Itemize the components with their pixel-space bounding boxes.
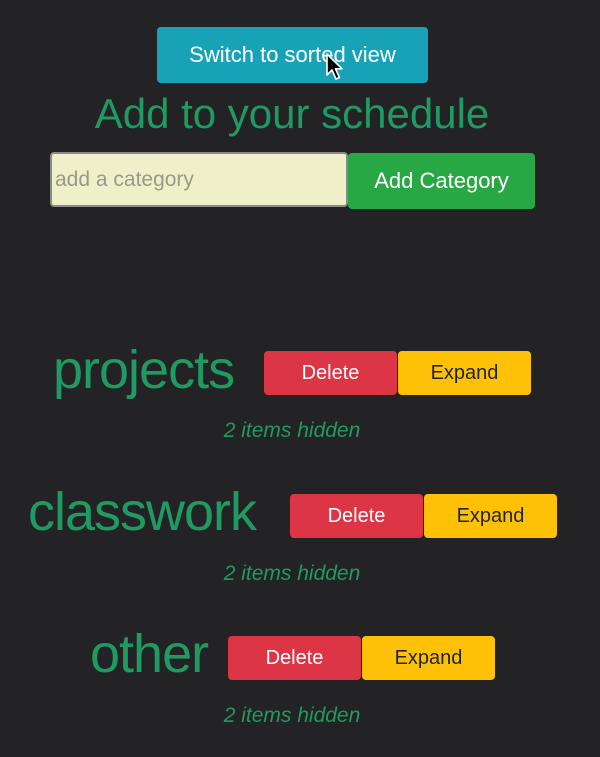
delete-button[interactable]: Delete: [264, 351, 397, 395]
expand-button[interactable]: Expand: [424, 494, 557, 538]
category-input[interactable]: [50, 152, 348, 207]
page-title: Add to your schedule: [94, 90, 490, 137]
hidden-items-note: 2 items hidden: [223, 704, 361, 727]
mouse-pointer-icon: [326, 53, 343, 80]
delete-button[interactable]: Delete: [290, 494, 423, 538]
expand-button[interactable]: Expand: [398, 351, 531, 395]
category-title: other: [90, 624, 209, 684]
hidden-items-note: 2 items hidden: [223, 562, 361, 585]
hidden-items-note: 2 items hidden: [223, 419, 361, 442]
category-title: projects: [53, 340, 235, 400]
category-title: classwork: [28, 482, 257, 542]
switch-sorted-view-button[interactable]: Switch to sorted view: [157, 27, 428, 83]
add-category-button[interactable]: Add Category: [348, 153, 535, 209]
delete-button[interactable]: Delete: [228, 636, 361, 680]
expand-button[interactable]: Expand: [362, 636, 495, 680]
